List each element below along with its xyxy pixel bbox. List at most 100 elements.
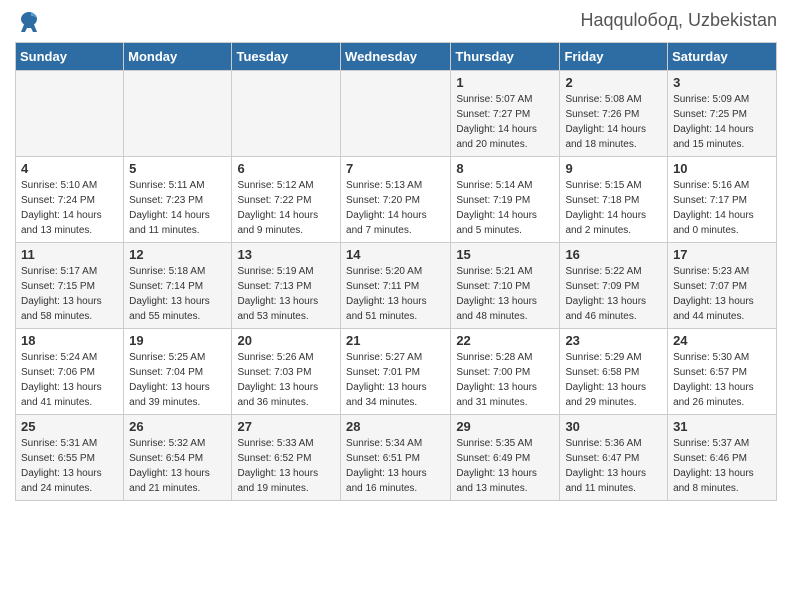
day-info: Sunrise: 5:11 AMSunset: 7:23 PMDaylight:… [129,178,226,238]
table-row: 7 Sunrise: 5:13 AMSunset: 7:20 PMDaylight… [341,157,451,243]
table-row: 25 Sunrise: 5:31 AMSunset: 6:55 PMDayligh… [16,415,124,501]
day-number: 25 [21,419,118,434]
day-info: Sunrise: 5:07 AMSunset: 7:27 PMDaylight:… [456,92,554,152]
day-info: Sunrise: 5:24 AMSunset: 7:06 PMDaylight:… [21,350,118,410]
day-number: 4 [21,161,118,176]
calendar-table: Sunday Monday Tuesday Wednesday Thursday… [15,42,777,501]
day-number: 27 [237,419,335,434]
calendar-header-row: Sunday Monday Tuesday Wednesday Thursday… [16,43,777,71]
day-info: Sunrise: 5:19 AMSunset: 7:13 PMDaylight:… [237,264,335,324]
table-row: 8Sunrise: 5:14 AMSunset: 7:19 PMDaylight… [451,157,560,243]
table-row: 2 Sunrise: 5:08 AMSunset: 7:26 PMDaylight… [560,71,668,157]
day-info: Sunrise: 5:08 AMSunset: 7:26 PMDaylight:… [565,92,662,152]
day-info: Sunrise: 5:31 AMSunset: 6:55 PMDaylight:… [21,436,118,496]
header: Haqqulобод, Uzbekistan [15,10,777,34]
day-info: Sunrise: 5:16 AMSunset: 7:17 PMDaylight:… [673,178,771,238]
day-info: Sunrise: 5:18 AMSunset: 7:14 PMDaylight:… [129,264,226,324]
logo-text [15,10,41,34]
table-row: 10 Sunrise: 5:16 AMSunset: 7:17 PMDayligh… [668,157,777,243]
table-row: 29 Sunrise: 5:35 AMSunset: 6:49 PMDayligh… [451,415,560,501]
table-row: 27 Sunrise: 5:33 AMSunset: 6:52 PMDayligh… [232,415,341,501]
table-row: 26 Sunrise: 5:32 AMSunset: 6:54 PMDayligh… [124,415,232,501]
day-info: Sunrise: 5:13 AMSunset: 7:20 PMDaylight:… [346,178,445,238]
table-row: 14Sunrise: 5:20 AMSunset: 7:11 PMDayligh… [341,243,451,329]
col-friday: Friday [560,43,668,71]
calendar-body: 1 Sunrise: 5:07 AMSunset: 7:27 PMDaylight… [16,71,777,501]
title-block: Haqqulобод, Uzbekistan [580,10,777,31]
table-row: 9 Sunrise: 5:15 AMSunset: 7:18 PMDaylight… [560,157,668,243]
day-info: Sunrise: 5:34 AMSunset: 6:51 PMDaylight:… [346,436,445,496]
day-info: Sunrise: 5:32 AMSunset: 6:54 PMDaylight:… [129,436,226,496]
day-number: 31 [673,419,771,434]
day-number: 2 [565,75,662,90]
day-info: Sunrise: 5:21 AMSunset: 7:10 PMDaylight:… [456,264,554,324]
day-info: Sunrise: 5:27 AMSunset: 7:01 PMDaylight:… [346,350,445,410]
day-info: Sunrise: 5:28 AMSunset: 7:00 PMDaylight:… [456,350,554,410]
logo [15,10,41,34]
day-number: 6 [237,161,335,176]
day-number: 23 [565,333,662,348]
day-info: Sunrise: 5:36 AMSunset: 6:47 PMDaylight:… [565,436,662,496]
table-row: 21 Sunrise: 5:27 AMSunset: 7:01 PMDayligh… [341,329,451,415]
table-row: 11 Sunrise: 5:17 AMSunset: 7:15 PMDayligh… [16,243,124,329]
table-row: 13 Sunrise: 5:19 AMSunset: 7:13 PMDayligh… [232,243,341,329]
table-row [232,71,341,157]
day-number: 7 [346,161,445,176]
day-number: 20 [237,333,335,348]
table-row: 3Sunrise: 5:09 AMSunset: 7:25 PMDaylight… [668,71,777,157]
day-info: Sunrise: 5:26 AMSunset: 7:03 PMDaylight:… [237,350,335,410]
day-number: 21 [346,333,445,348]
day-number: 17 [673,247,771,262]
day-info: Sunrise: 5:12 AMSunset: 7:22 PMDaylight:… [237,178,335,238]
day-info: Sunrise: 5:33 AMSunset: 6:52 PMDaylight:… [237,436,335,496]
table-row: 19Sunrise: 5:25 AMSunset: 7:04 PMDayligh… [124,329,232,415]
logo-bird-icon [17,10,41,34]
day-info: Sunrise: 5:29 AMSunset: 6:58 PMDaylight:… [565,350,662,410]
day-number: 24 [673,333,771,348]
day-info: Sunrise: 5:14 AMSunset: 7:19 PMDaylight:… [456,178,554,238]
day-number: 26 [129,419,226,434]
table-row: 6 Sunrise: 5:12 AMSunset: 7:22 PMDaylight… [232,157,341,243]
calendar-week-row: 1 Sunrise: 5:07 AMSunset: 7:27 PMDaylight… [16,71,777,157]
day-info: Sunrise: 5:15 AMSunset: 7:18 PMDaylight:… [565,178,662,238]
table-row: 15Sunrise: 5:21 AMSunset: 7:10 PMDayligh… [451,243,560,329]
day-info: Sunrise: 5:35 AMSunset: 6:49 PMDaylight:… [456,436,554,496]
day-info: Sunrise: 5:30 AMSunset: 6:57 PMDaylight:… [673,350,771,410]
day-number: 22 [456,333,554,348]
day-number: 3 [673,75,771,90]
day-number: 28 [346,419,445,434]
day-number: 1 [456,75,554,90]
table-row [124,71,232,157]
calendar-week-row: 18 Sunrise: 5:24 AMSunset: 7:06 PMDayligh… [16,329,777,415]
day-info: Sunrise: 5:22 AMSunset: 7:09 PMDaylight:… [565,264,662,324]
table-row: 5Sunrise: 5:11 AMSunset: 7:23 PMDaylight… [124,157,232,243]
table-row [341,71,451,157]
page-container: Haqqulобод, Uzbekistan Sunday Monday Tue… [0,0,792,511]
day-number: 30 [565,419,662,434]
table-row: 24 Sunrise: 5:30 AMSunset: 6:57 PMDayligh… [668,329,777,415]
col-monday: Monday [124,43,232,71]
day-number: 29 [456,419,554,434]
day-info: Sunrise: 5:25 AMSunset: 7:04 PMDaylight:… [129,350,226,410]
day-number: 9 [565,161,662,176]
table-row: 20 Sunrise: 5:26 AMSunset: 7:03 PMDayligh… [232,329,341,415]
day-number: 12 [129,247,226,262]
table-row [16,71,124,157]
table-row: 31Sunrise: 5:37 AMSunset: 6:46 PMDayligh… [668,415,777,501]
day-number: 11 [21,247,118,262]
col-tuesday: Tuesday [232,43,341,71]
table-row: 4 Sunrise: 5:10 AMSunset: 7:24 PMDaylight… [16,157,124,243]
table-row: 28 Sunrise: 5:34 AMSunset: 6:51 PMDayligh… [341,415,451,501]
table-row: 22 Sunrise: 5:28 AMSunset: 7:00 PMDayligh… [451,329,560,415]
table-row: 23 Sunrise: 5:29 AMSunset: 6:58 PMDayligh… [560,329,668,415]
day-info: Sunrise: 5:17 AMSunset: 7:15 PMDaylight:… [21,264,118,324]
day-info: Sunrise: 5:20 AMSunset: 7:11 PMDaylight:… [346,264,445,324]
table-row: 1 Sunrise: 5:07 AMSunset: 7:27 PMDaylight… [451,71,560,157]
day-info: Sunrise: 5:23 AMSunset: 7:07 PMDaylight:… [673,264,771,324]
day-info: Sunrise: 5:10 AMSunset: 7:24 PMDaylight:… [21,178,118,238]
day-number: 16 [565,247,662,262]
day-number: 10 [673,161,771,176]
table-row: 16 Sunrise: 5:22 AMSunset: 7:09 PMDayligh… [560,243,668,329]
day-number: 13 [237,247,335,262]
day-number: 18 [21,333,118,348]
